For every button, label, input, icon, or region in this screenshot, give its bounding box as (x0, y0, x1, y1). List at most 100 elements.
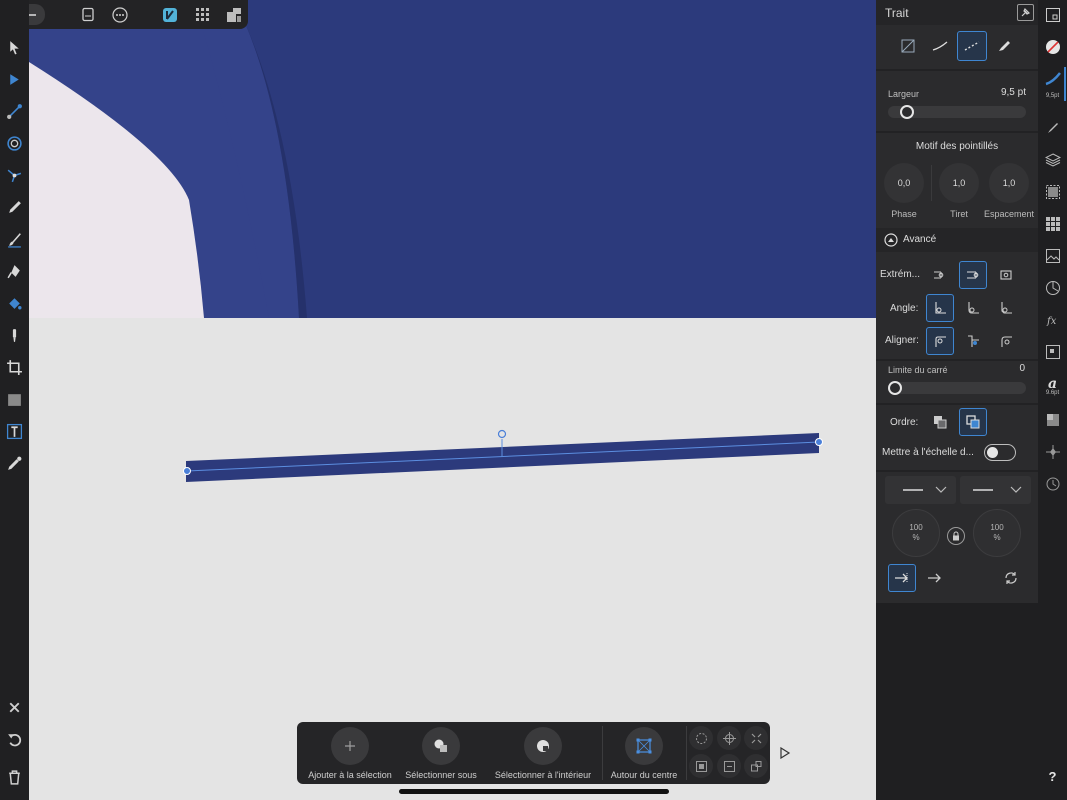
miter-join-icon[interactable] (926, 294, 954, 322)
assets-icon[interactable] (1043, 410, 1062, 429)
rotation-handle[interactable] (497, 429, 507, 439)
align-outside-icon[interactable] (992, 327, 1020, 355)
constraints-icon[interactable] (1043, 182, 1062, 201)
transform-icon[interactable] (1043, 342, 1062, 361)
gap-dial[interactable]: 1,0 (989, 163, 1029, 203)
swatches-icon[interactable] (1043, 214, 1062, 233)
document-icon[interactable] (78, 4, 98, 25)
back-arrow-icon[interactable] (29, 4, 45, 25)
divider (876, 403, 1038, 405)
close-icon[interactable] (4, 697, 25, 718)
phase-label: Phase (891, 209, 917, 219)
context-toolbar: Ajouter à la sélection Sélectionner sous… (297, 722, 770, 784)
fx-icon[interactable]: fx (1043, 310, 1062, 329)
add-to-selection-button[interactable]: Ajouter à la sélection (305, 722, 395, 784)
tools-panel (0, 0, 29, 800)
delete-icon[interactable] (4, 767, 25, 788)
texture-line-icon[interactable] (989, 31, 1019, 61)
pencil-tool-icon[interactable] (4, 197, 25, 218)
node-tool-icon[interactable] (4, 69, 25, 90)
select-inside-button[interactable]: Sélectionner à l'intérieur (490, 722, 596, 784)
export-persona-icon[interactable] (224, 4, 244, 25)
crosshair-icon[interactable] (717, 726, 741, 750)
image-adjust-icon[interactable] (1043, 246, 1062, 265)
solid-line-icon[interactable] (925, 31, 955, 61)
layers-icon[interactable] (1043, 150, 1062, 169)
scale-toggle[interactable] (984, 444, 1016, 461)
no-stroke-icon[interactable] (893, 31, 923, 61)
miter-slider[interactable] (888, 382, 1026, 394)
transform-center-icon (625, 727, 663, 765)
divider (876, 359, 1038, 361)
round-cap-icon[interactable] (959, 261, 987, 289)
divider (876, 470, 1038, 472)
around-center-button[interactable]: Autour du centre (606, 722, 682, 784)
miter-slider-knob[interactable] (888, 381, 902, 395)
pen-tool-icon[interactable] (4, 261, 25, 282)
phase-dial[interactable]: 0,0 (884, 163, 924, 203)
scale-center-icon[interactable] (744, 726, 768, 750)
swap-arrowheads-icon[interactable] (997, 564, 1025, 592)
align-label: Aligner: (885, 335, 919, 346)
canvas[interactable]: Ajouter à la sélection Sélectionner sous… (29, 0, 876, 800)
align-center-icon[interactable] (926, 327, 954, 355)
history-icon[interactable] (1043, 474, 1062, 493)
move-tool-icon[interactable] (4, 37, 25, 58)
start-arrowhead-dropdown[interactable] (885, 476, 956, 504)
navigator-icon[interactable] (1043, 5, 1062, 24)
butt-cap-icon[interactable] (926, 261, 954, 289)
bevel-join-icon[interactable] (992, 294, 1020, 322)
miter-label: Limite du carré (888, 365, 948, 375)
stroke-front-icon[interactable] (959, 408, 987, 436)
caps-label: Extrém... (880, 269, 921, 280)
help-icon[interactable]: ? (1038, 769, 1067, 784)
end-node-handle[interactable] (815, 438, 823, 446)
vector-brush-tool-icon[interactable] (4, 229, 25, 250)
arrow-outside-icon[interactable] (921, 564, 949, 592)
top-toolbar (29, 0, 248, 29)
arrange-icon[interactable] (744, 754, 768, 778)
pixel-brush-tool-icon[interactable] (4, 325, 25, 346)
color-picker-tool-icon[interactable] (4, 453, 25, 474)
start-node-handle[interactable] (183, 467, 191, 475)
end-arrow-scale-dial[interactable]: 100 % (973, 509, 1021, 557)
stroke-behind-icon[interactable] (926, 408, 954, 436)
studio-tabs: 9,5pt fx a 9.6pt ? (1038, 0, 1067, 800)
snapping-icon[interactable] (1043, 442, 1062, 461)
advanced-toggle[interactable]: Avancé (876, 228, 1038, 252)
dashed-line-icon[interactable] (957, 31, 987, 61)
appearance-icon[interactable] (1043, 278, 1062, 297)
gradient-tool-icon[interactable] (4, 101, 25, 122)
artistic-text-tool-icon[interactable] (4, 421, 25, 442)
advanced-label: Avancé (903, 234, 937, 245)
square-cap-icon[interactable] (992, 261, 1020, 289)
plus-icon (331, 727, 369, 765)
crop-tool-icon[interactable] (4, 357, 25, 378)
divider (876, 131, 1038, 133)
designer-persona-icon[interactable] (160, 4, 180, 25)
grid-icon[interactable] (192, 4, 212, 25)
lock-icon[interactable] (947, 527, 965, 545)
round-join-icon[interactable] (959, 294, 987, 322)
start-arrow-scale-dial[interactable]: 100 % (892, 509, 940, 557)
stroke-icon[interactable] (1043, 68, 1062, 87)
arrow-inside-icon[interactable] (888, 564, 916, 592)
fill-tool-icon[interactable] (4, 293, 25, 314)
undo-icon[interactable] (4, 729, 25, 750)
align-inside-icon[interactable] (959, 327, 987, 355)
more-icon[interactable] (110, 4, 130, 25)
point-transform-tool-icon[interactable] (4, 165, 25, 186)
brushes-icon[interactable] (1043, 118, 1062, 137)
end-arrowhead-dropdown[interactable] (960, 476, 1031, 504)
divider (876, 69, 1038, 71)
select-below-button[interactable]: Sélectionner sous (401, 722, 481, 784)
snap-rotate-icon[interactable] (689, 726, 713, 750)
align-box-icon[interactable] (689, 754, 713, 778)
rectangle-tool-icon[interactable] (4, 389, 25, 410)
dash-dial[interactable]: 1,0 (939, 163, 979, 203)
color-icon[interactable] (1043, 37, 1062, 56)
distribute-icon[interactable] (717, 754, 741, 778)
transparency-tool-icon[interactable] (4, 133, 25, 154)
expand-toolbar-icon[interactable] (779, 746, 791, 764)
pin-icon[interactable] (1017, 4, 1034, 21)
